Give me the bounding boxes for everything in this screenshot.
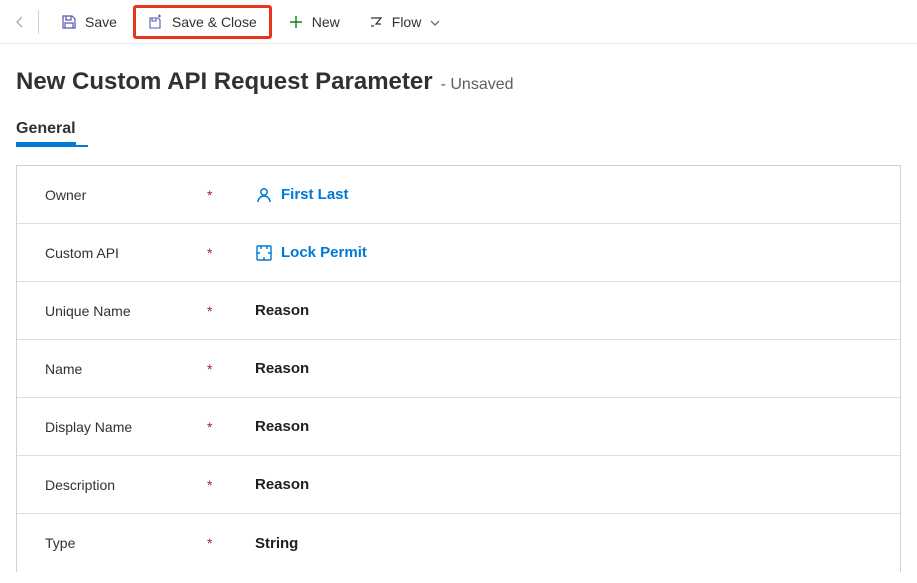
field-custom-api[interactable]: Custom API * Lock Permit	[17, 224, 900, 282]
field-type[interactable]: Type * String	[17, 514, 900, 572]
owner-value: First Last	[281, 186, 349, 203]
display-name-value: Reason	[255, 418, 309, 435]
flow-button[interactable]: Flow	[356, 8, 454, 36]
plus-icon	[288, 14, 304, 30]
name-value: Reason	[255, 360, 309, 377]
tab-underline	[16, 145, 88, 147]
tab-general[interactable]: General	[16, 114, 76, 145]
flow-label: Flow	[392, 14, 422, 30]
unique-name-value: Reason	[255, 302, 309, 319]
toolbar-divider	[38, 10, 39, 34]
field-label: Unique Name	[45, 303, 195, 319]
form-section-general: Owner * First Last Custom API *	[16, 165, 901, 572]
field-label: Description	[45, 477, 195, 493]
field-label: Custom API	[45, 245, 195, 261]
required-indicator: *	[207, 477, 212, 493]
save-icon	[61, 14, 77, 30]
field-description[interactable]: Description * Reason	[17, 456, 900, 514]
save-label: Save	[85, 14, 117, 30]
save-close-label: Save & Close	[172, 14, 257, 30]
field-unique-name[interactable]: Unique Name * Reason	[17, 282, 900, 340]
field-label: Type	[45, 535, 195, 551]
save-close-icon	[148, 14, 164, 30]
required-indicator: *	[207, 361, 212, 377]
required-indicator: *	[207, 245, 212, 261]
unsaved-status: - Unsaved	[441, 76, 514, 94]
field-display-name[interactable]: Display Name * Reason	[17, 398, 900, 456]
save-close-button[interactable]: Save & Close	[133, 5, 272, 39]
field-owner[interactable]: Owner * First Last	[17, 166, 900, 224]
custom-api-lookup[interactable]: Lock Permit	[255, 244, 367, 262]
arrow-left-icon	[12, 14, 28, 30]
chevron-down-icon	[429, 16, 441, 28]
back-button[interactable]	[8, 10, 32, 34]
description-value: Reason	[255, 476, 309, 493]
new-button[interactable]: New	[276, 8, 352, 36]
field-name[interactable]: Name * Reason	[17, 340, 900, 398]
custom-api-value: Lock Permit	[281, 244, 367, 261]
save-button[interactable]: Save	[49, 8, 129, 36]
new-label: New	[312, 14, 340, 30]
field-label: Name	[45, 361, 195, 377]
owner-lookup[interactable]: First Last	[255, 186, 349, 204]
type-value: String	[255, 535, 298, 552]
user-icon	[255, 186, 273, 204]
puzzle-icon	[255, 244, 273, 262]
required-indicator: *	[207, 535, 212, 551]
command-bar: Save Save & Close New Flow	[0, 0, 917, 44]
flow-icon	[368, 14, 384, 30]
field-label: Owner	[45, 187, 195, 203]
field-label: Display Name	[45, 419, 195, 435]
page-header: New Custom API Request Parameter - Unsav…	[0, 44, 917, 114]
tab-list: General	[0, 114, 917, 145]
required-indicator: *	[207, 419, 212, 435]
page-title: New Custom API Request Parameter	[16, 68, 433, 96]
required-indicator: *	[207, 303, 212, 319]
required-indicator: *	[207, 187, 212, 203]
